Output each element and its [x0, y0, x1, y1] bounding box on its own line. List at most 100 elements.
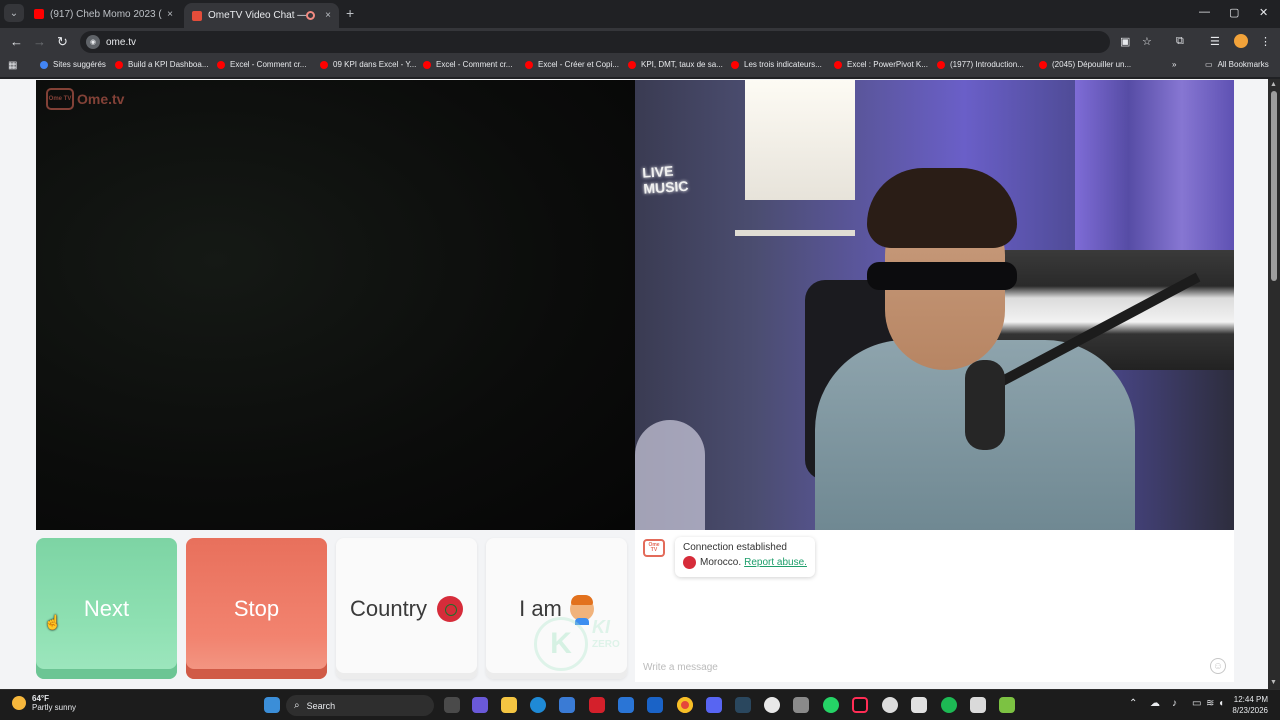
scroll-down-icon[interactable]: ▼: [1270, 679, 1277, 686]
stop-button[interactable]: Stop: [186, 538, 327, 679]
tray-overflow-icon[interactable]: ⌃: [1129, 698, 1137, 709]
whatsapp-icon[interactable]: [823, 697, 839, 713]
media-icon[interactable]: ☰: [1210, 35, 1220, 48]
file-explorer-icon[interactable]: [501, 697, 517, 713]
chrome-icon[interactable]: [677, 697, 693, 713]
apps-grid-icon[interactable]: ▦: [8, 60, 17, 71]
scrollbar-thumb[interactable]: [1271, 91, 1277, 281]
address-bar[interactable]: ◉ ome.tv: [80, 31, 1110, 53]
store-icon[interactable]: [559, 697, 575, 713]
maximize-icon[interactable]: ▢: [1229, 6, 1239, 19]
menu-icon[interactable]: ⋮: [1260, 35, 1271, 48]
youtube-icon: [628, 60, 636, 69]
bookmark-item[interactable]: Build a KPI Dashboa...: [115, 60, 209, 69]
close-window-icon[interactable]: ✕: [1259, 6, 1268, 19]
boy-emoji-icon: [569, 594, 594, 625]
tab-strip: ⌄ (917) Cheb Momo 2023 ( Ostora... × Ome…: [0, 0, 1280, 28]
app-icon[interactable]: [793, 697, 809, 713]
youtube-icon: [34, 9, 44, 19]
l-app-icon[interactable]: [589, 697, 605, 713]
bookmark-label: KPI, DMT, taux de sa...: [641, 60, 723, 69]
globe-icon: [40, 60, 48, 69]
tiktok-icon[interactable]: [852, 697, 868, 713]
steam-icon[interactable]: [735, 697, 751, 713]
discord-icon[interactable]: [706, 697, 722, 713]
neon-sign: LIVE MUSIC: [641, 162, 689, 197]
start-icon[interactable]: [264, 697, 280, 713]
back-icon[interactable]: ←: [10, 34, 23, 49]
search-icon: ⌕: [294, 700, 300, 711]
bookmark-item[interactable]: Excel : PowerPivot K...: [834, 60, 928, 69]
pen-app-icon[interactable]: [618, 697, 634, 713]
github-icon[interactable]: [882, 697, 898, 713]
all-bookmarks-label: All Bookmarks: [1217, 60, 1269, 69]
weather-widget[interactable]: 64°F Partly sunny: [12, 694, 76, 712]
tab-youtube[interactable]: (917) Cheb Momo 2023 ( Ostora... ×: [26, 3, 181, 25]
bookmark-item[interactable]: (1977) Introduction...: [937, 60, 1024, 69]
site-info-icon[interactable]: ◉: [86, 35, 100, 49]
youtube-icon: [423, 60, 431, 69]
edge-icon[interactable]: [530, 697, 546, 713]
taskbar: 64°F Partly sunny ⌕ Search ⌃ ☁ ♪ ▭ ≋ ◖ 1…: [0, 689, 1280, 720]
emoji-icon[interactable]: ☺: [1210, 658, 1226, 674]
folder-icon: ▭: [1205, 60, 1213, 69]
profile-avatar[interactable]: [1234, 34, 1248, 48]
mouse-cursor-icon: ☝: [44, 614, 62, 630]
taskbar-search[interactable]: ⌕ Search: [286, 695, 434, 716]
bookmark-item[interactable]: Excel - Comment cr...: [423, 60, 512, 69]
bookmark-star-icon[interactable]: ☆: [1142, 35, 1152, 48]
bookmark-item[interactable]: Excel - Créer et Copi...: [525, 60, 619, 69]
outlook-icon[interactable]: [647, 697, 663, 713]
spotify-icon[interactable]: [941, 697, 957, 713]
message-input[interactable]: [643, 659, 1203, 675]
tab-ometv[interactable]: OmeTV Video Chat — Ome ×: [184, 3, 339, 28]
logo-text: Ome.tv: [77, 91, 125, 107]
capcut-icon[interactable]: [911, 697, 927, 713]
tab-title: OmeTV Video Chat — Ome: [208, 10, 306, 21]
bookmarks-overflow-icon[interactable]: »: [1172, 60, 1176, 69]
scroll-up-icon[interactable]: ▲: [1270, 81, 1277, 88]
country-button[interactable]: Country: [336, 538, 477, 679]
ometv-page: Ome TV Ome.tv LIVE MUSIC Next Stop Count…: [0, 79, 1268, 689]
bookmark-item[interactable]: Sites suggérés: [40, 60, 106, 69]
all-bookmarks[interactable]: ▭ All Bookmarks: [1205, 60, 1269, 69]
bookmark-item[interactable]: Excel - Comment cr...: [217, 60, 306, 69]
bookmark-item[interactable]: (2045) Dépouiller un...: [1039, 60, 1131, 69]
report-abuse-link[interactable]: Report abuse.: [744, 557, 807, 568]
g-app-icon[interactable]: [970, 697, 986, 713]
new-tab-button[interactable]: +: [346, 5, 354, 21]
close-tab-icon[interactable]: ×: [325, 10, 331, 21]
volume-icon[interactable]: ◖: [1218, 698, 1224, 709]
bookmark-item[interactable]: 09 KPI dans Excel - Y...: [320, 60, 416, 69]
ometv-chat-icon: Ome TV: [643, 539, 665, 557]
reload-icon[interactable]: ↻: [57, 34, 68, 50]
copilot-icon[interactable]: [472, 697, 488, 713]
task-view-icon[interactable]: [444, 697, 460, 713]
page-scrollbar[interactable]: ▲ ▼: [1268, 79, 1280, 689]
youtube-icon: [115, 60, 123, 69]
wifi-icon[interactable]: ≋: [1206, 698, 1214, 709]
openai-icon[interactable]: [764, 697, 780, 713]
cast-icon[interactable]: ▣: [1120, 35, 1130, 48]
microphone-icon[interactable]: ♪: [1172, 698, 1177, 709]
extensions-icon[interactable]: ⧉: [1176, 35, 1184, 48]
tab-search-button[interactable]: ⌄: [4, 4, 24, 22]
display-icon[interactable]: ▭: [1192, 698, 1201, 709]
bookmark-item[interactable]: KPI, DMT, taux de sa...: [628, 60, 723, 69]
bookmark-label: (2045) Dépouiller un...: [1052, 60, 1132, 69]
cloud-icon[interactable]: ☁: [1150, 698, 1160, 709]
bookmark-label: Excel - Comment cr...: [230, 60, 307, 69]
recording-icon: [306, 11, 316, 20]
minimize-icon[interactable]: —: [1199, 6, 1210, 18]
next-button[interactable]: Next: [36, 538, 177, 679]
tab-title: (917) Cheb Momo 2023 ( Ostora...: [50, 8, 163, 20]
youtube-icon: [1039, 60, 1047, 69]
forward-icon[interactable]: →: [33, 34, 46, 49]
clock[interactable]: 12:44 PM 8/23/2026: [1226, 694, 1268, 716]
media-app-icon[interactable]: [999, 697, 1015, 713]
bookmark-item[interactable]: Les trois indicateurs...: [731, 60, 822, 69]
close-tab-icon[interactable]: ×: [167, 9, 173, 20]
bookmark-label: 09 KPI dans Excel - Y...: [333, 60, 417, 69]
chat-panel: Ome TV Connection established Morocco. R…: [635, 530, 1234, 682]
video-person-hair: [867, 168, 1017, 248]
